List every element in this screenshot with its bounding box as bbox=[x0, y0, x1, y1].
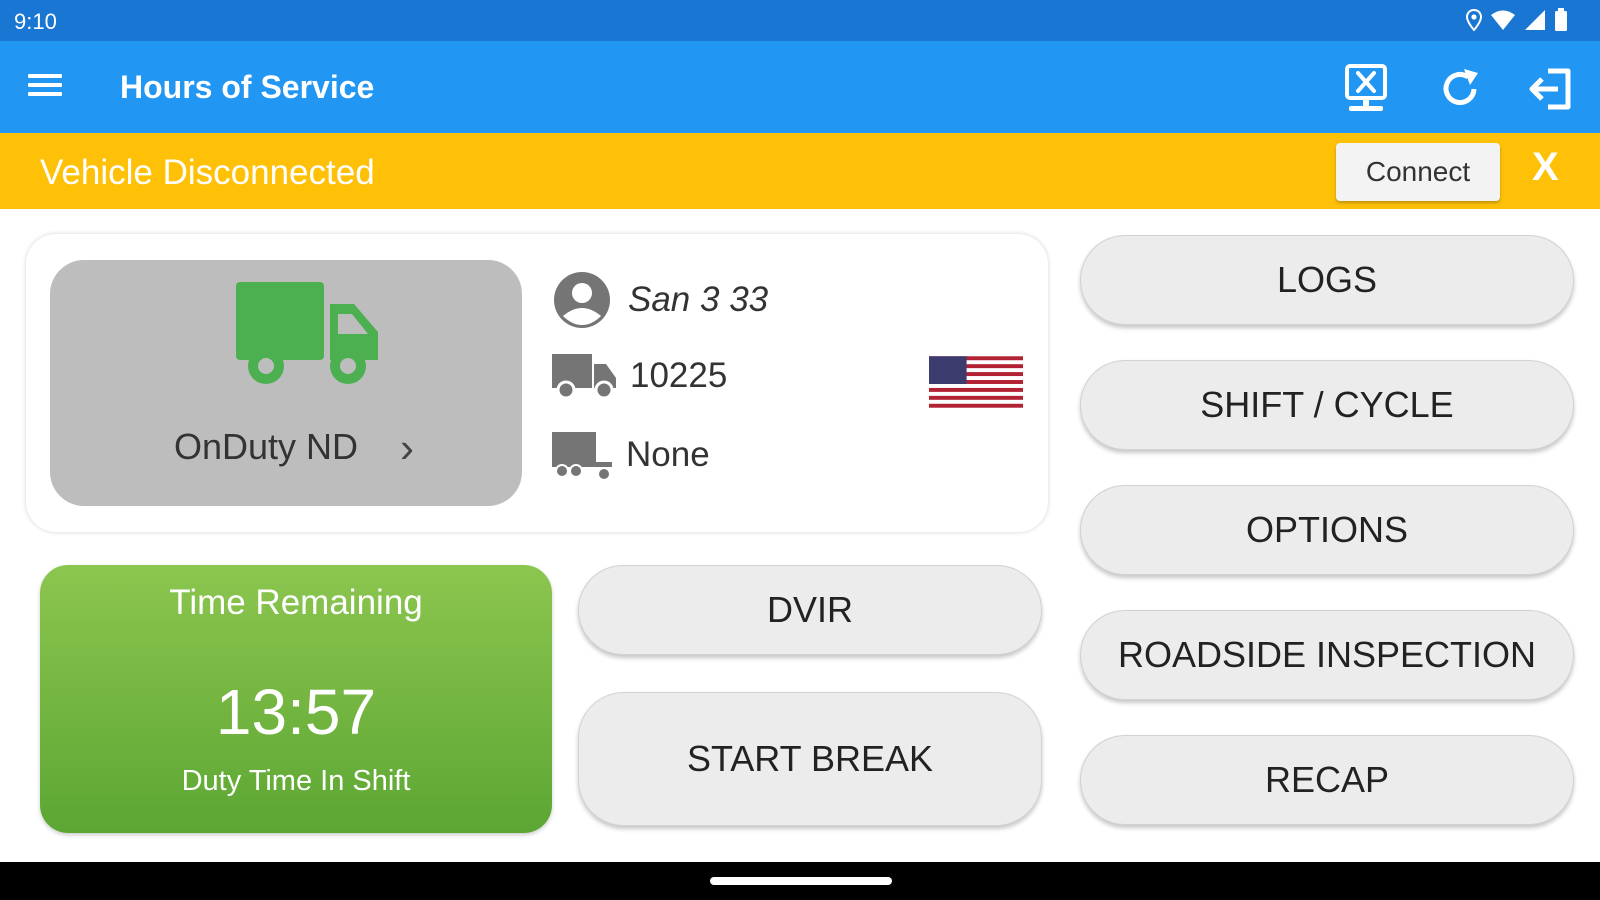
options-button[interactable]: OPTIONS bbox=[1080, 485, 1574, 575]
desktop-disconnect-icon[interactable] bbox=[1338, 61, 1394, 117]
time-remaining-value: 13:57 bbox=[215, 676, 377, 748]
logout-icon[interactable] bbox=[1524, 61, 1580, 117]
time-remaining-subtitle: Duty Time In Shift bbox=[181, 765, 411, 797]
app-bar: Hours of Service bbox=[0, 41, 1600, 133]
vehicle-truck-icon bbox=[552, 354, 616, 400]
status-icons bbox=[1466, 8, 1568, 32]
logs-button[interactable]: LOGS bbox=[1080, 235, 1574, 325]
time-remaining-card: Time Remaining 13:57 Duty Time In Shift bbox=[40, 565, 552, 833]
page-title: Hours of Service bbox=[120, 69, 375, 105]
trailer-value: None bbox=[626, 435, 710, 474]
truck-icon bbox=[236, 282, 378, 384]
vehicle-number: 10225 bbox=[630, 356, 728, 395]
battery-icon bbox=[1555, 8, 1567, 31]
roadside-inspection-button[interactable]: ROADSIDE INSPECTION bbox=[1080, 610, 1574, 700]
vehicle-disconnected-banner: Vehicle Disconnected Connect X bbox=[0, 133, 1600, 209]
trailer-row: None bbox=[552, 430, 710, 480]
menu-icon[interactable] bbox=[28, 69, 68, 105]
vehicle-row: 10225 bbox=[552, 352, 727, 400]
duty-status-label: OnDuty ND bbox=[174, 426, 359, 467]
location-icon bbox=[1466, 9, 1482, 31]
signal-icon bbox=[1525, 10, 1545, 30]
dvir-button[interactable]: DVIR bbox=[578, 565, 1042, 655]
refresh-icon[interactable] bbox=[1432, 61, 1488, 117]
shift-cycle-button[interactable]: SHIFT / CYCLE bbox=[1080, 360, 1574, 450]
trailer-icon bbox=[552, 432, 612, 479]
connect-button[interactable]: Connect bbox=[1336, 143, 1500, 201]
chevron-right-icon: › bbox=[400, 424, 414, 471]
wifi-icon bbox=[1491, 10, 1515, 30]
status-bar: 9:10 bbox=[0, 0, 1600, 41]
driver-name: San 3 33 bbox=[628, 280, 769, 319]
time-remaining-title: Time Remaining bbox=[169, 583, 423, 622]
status-time: 9:10 bbox=[14, 9, 57, 34]
dismiss-banner-button[interactable]: X bbox=[1532, 145, 1559, 190]
us-flag-icon bbox=[929, 356, 1023, 408]
duty-status-button[interactable]: OnDuty ND › bbox=[50, 260, 522, 506]
driver-info-card: OnDuty ND › San 3 33 10225 None bbox=[26, 234, 1048, 532]
system-nav-bar bbox=[0, 862, 1600, 900]
driver-row: San 3 33 bbox=[552, 270, 768, 330]
account-circle-icon bbox=[554, 272, 610, 328]
start-break-button[interactable]: START BREAK bbox=[578, 692, 1042, 826]
banner-text: Vehicle Disconnected bbox=[40, 153, 375, 192]
recap-button[interactable]: RECAP bbox=[1080, 735, 1574, 825]
home-gesture-handle[interactable] bbox=[710, 877, 892, 885]
